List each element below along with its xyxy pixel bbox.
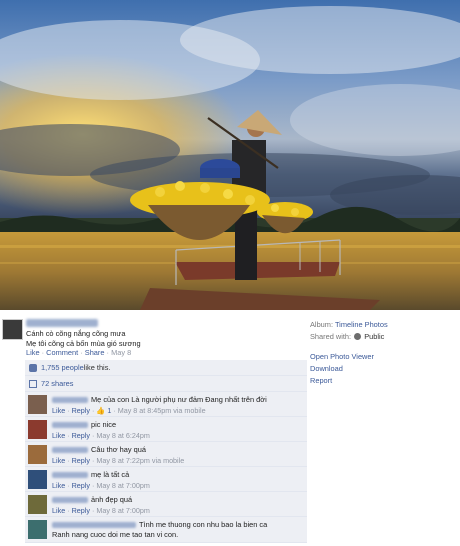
comment-item: ảnh đẹp quá Like · Reply · May 8 at 7:00…	[25, 492, 307, 517]
comment-text: mẹ là tất cả	[91, 470, 130, 479]
comment-like-link[interactable]: Like	[52, 431, 65, 440]
comment-item: Mẹ của con Là người phụ nư đảm Đang nhất…	[25, 392, 307, 417]
feedback-box: 1,755 people like this. 72 shares Mẹ của…	[25, 360, 307, 543]
comment-reply-link[interactable]: Reply	[72, 456, 90, 465]
comment-item: mẹ là tất cả Like · Reply · May 8 at 7:0…	[25, 467, 307, 492]
comment-like-link[interactable]: Like	[52, 406, 65, 415]
commenter-name-blurred[interactable]	[52, 497, 88, 504]
download-link[interactable]: Download	[310, 363, 458, 375]
globe-icon	[354, 333, 362, 340]
comment-reply-link[interactable]: Reply	[72, 431, 90, 440]
post-actions: Like · Comment · Share · May 8	[26, 348, 132, 357]
open-photo-viewer-link[interactable]: Open Photo Viewer	[310, 351, 458, 363]
comment-timestamp[interactable]: May 8 at 7:22pm via mobile	[96, 456, 184, 465]
commenter-name-blurred[interactable]	[52, 422, 88, 429]
comment-timestamp[interactable]: May 8 at 7:00pm	[96, 506, 150, 515]
comment-link[interactable]: Comment	[46, 348, 78, 357]
comment-text: Tình me thuong con nhu bao la bien ca	[139, 520, 268, 529]
commenter-avatar[interactable]	[28, 445, 47, 464]
share-icon	[29, 379, 37, 388]
comment-reply-link[interactable]: Reply	[72, 481, 90, 490]
comment-like-link[interactable]: Like	[52, 456, 65, 465]
commenter-avatar[interactable]	[28, 520, 47, 539]
like-link[interactable]: Like	[26, 348, 40, 357]
author-name-blurred[interactable]	[26, 319, 98, 327]
commenter-name-blurred[interactable]	[52, 522, 136, 529]
commenter-name-blurred[interactable]	[52, 472, 88, 479]
comment-like-count[interactable]: 👍 1	[96, 406, 111, 415]
comment-reply-link[interactable]: Reply	[72, 406, 90, 415]
comment-timestamp[interactable]: May 8 at 6:24pm	[96, 431, 150, 440]
commenter-avatar[interactable]	[28, 470, 47, 489]
privacy-value[interactable]: Public	[364, 332, 384, 341]
shared-with-label: Shared with:	[310, 332, 352, 341]
likes-row: 1,755 people like this.	[25, 360, 307, 376]
comment-reply-link[interactable]: Reply	[72, 506, 90, 515]
post-panel: Cánh cò cõng nắng cõng mưa Mẹ tôi cõng c…	[0, 310, 460, 546]
caption-line: Cánh cò cõng nắng cõng mưa	[26, 329, 126, 338]
comment-item: Tình me thuong con nhu bao la bien ca Ra…	[25, 517, 307, 543]
commenter-name-blurred[interactable]	[52, 447, 88, 454]
comment-timestamp[interactable]: May 8 at 8:45pm via mobile	[118, 406, 206, 415]
thumbs-up-icon	[29, 363, 37, 372]
post-date[interactable]: May 8	[111, 348, 131, 357]
shares-row: 72 shares	[25, 376, 307, 392]
comment-text: ảnh đẹp quá	[91, 495, 133, 504]
album-label: Album:	[310, 320, 334, 329]
comment-like-link[interactable]: Like	[52, 481, 65, 490]
post-photo[interactable]	[0, 0, 460, 310]
comment-text: Ranh nang cuoc doi me tao tan vi con.	[52, 530, 179, 539]
comment-like-link[interactable]: Like	[52, 506, 65, 515]
likes-count-link[interactable]: 1,755 people	[41, 363, 84, 372]
photo-sidebar: Album: Timeline Photos Shared with: Publ…	[310, 319, 458, 387]
comment-item: Câu thơ hay quá Like · Reply · May 8 at …	[25, 442, 307, 467]
thumbs-up-icon: 👍	[96, 406, 106, 415]
album-link[interactable]: Timeline Photos	[335, 320, 388, 329]
author-avatar[interactable]	[2, 319, 23, 340]
commenter-avatar[interactable]	[28, 395, 47, 414]
commenter-avatar[interactable]	[28, 420, 47, 439]
comment-timestamp[interactable]: May 8 at 7:00pm	[96, 481, 150, 490]
comment-text: pic nice	[91, 420, 117, 429]
likes-suffix: like this.	[83, 363, 111, 372]
photo-image	[0, 0, 460, 310]
commenter-avatar[interactable]	[28, 495, 47, 514]
commenter-name-blurred[interactable]	[52, 397, 88, 404]
comment-text: Câu thơ hay quá	[91, 445, 146, 454]
share-link[interactable]: Share	[85, 348, 105, 357]
report-link[interactable]: Report	[310, 375, 458, 387]
post-caption: Cánh cò cõng nắng cõng mưa Mẹ tôi cõng c…	[26, 329, 141, 349]
comment-item: pic nice Like · Reply · May 8 at 6:24pm	[25, 417, 307, 442]
shares-count-link[interactable]: 72 shares	[41, 379, 73, 388]
comment-text: Mẹ của con Là người phụ nư đảm Đang nhất…	[91, 395, 267, 404]
